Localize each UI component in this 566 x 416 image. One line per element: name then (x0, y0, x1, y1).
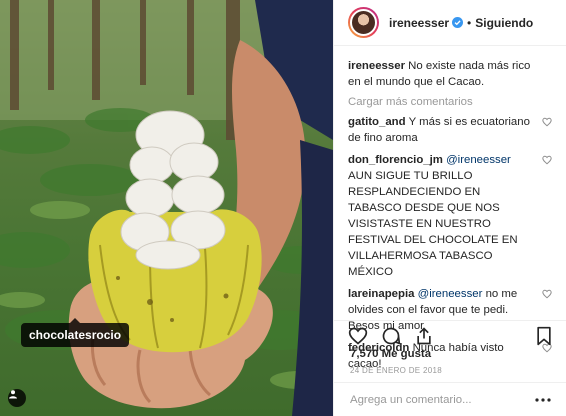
speech-bubble-icon[interactable] (381, 326, 401, 346)
avatar[interactable] (348, 7, 379, 38)
separator-dot: • (467, 15, 472, 30)
heart-outline-icon[interactable] (542, 116, 552, 132)
more-dots-icon[interactable] (535, 397, 551, 402)
comment-input-placeholder[interactable]: Agrega un comentario... (350, 394, 472, 406)
comment-username[interactable]: gatito_and (348, 116, 406, 128)
comment-input[interactable]: Agrega un comentario... (334, 382, 566, 416)
header-username[interactable]: ireneesser (389, 16, 449, 30)
post-date: 24 DE ENERO DE 2018 (350, 366, 442, 375)
comment-item: gatito_and Y más si es ecuatoriano de fi… (348, 114, 552, 146)
likes-count[interactable]: 7,570 Me gusta (350, 348, 431, 360)
bookmark-icon[interactable] (535, 326, 553, 346)
post-sidebar: ireneesser • Siguiendo ireneesser No exi… (333, 0, 566, 416)
comment-mention[interactable]: @ireneesser (418, 288, 483, 300)
comment-username[interactable]: lareinapepia (348, 288, 414, 300)
person-tag-icon[interactable] (8, 389, 26, 407)
comment-item: don_florencio_jm @ireneesser AUN SIGUE T… (348, 152, 552, 280)
post-header: ireneesser • Siguiendo (334, 0, 566, 46)
cacao-pod-image (0, 0, 333, 416)
heart-outline-icon[interactable] (542, 154, 552, 170)
load-more-comments-button[interactable]: Cargar más comentarios (348, 96, 552, 108)
verified-badge-icon (452, 17, 464, 28)
action-bar (334, 320, 566, 350)
comment-mention[interactable]: @ireneesser (446, 154, 511, 166)
share-upload-icon[interactable] (414, 326, 434, 346)
comment-username[interactable]: don_florencio_jm (348, 154, 443, 166)
following-button[interactable]: Siguiendo (475, 16, 533, 30)
comment-text: AUN SIGUE TU BRILLO RESPLANDECIENDO EN T… (348, 170, 518, 278)
heart-outline-icon[interactable] (542, 288, 552, 304)
photo-user-tag[interactable]: chocolatesrocio (21, 318, 130, 347)
post-photo[interactable]: chocolatesrocio (0, 0, 333, 416)
caption: ireneesser No existe nada más rico en el… (348, 58, 552, 90)
heart-outline-icon[interactable] (348, 326, 368, 346)
caption-username[interactable]: ireneesser (348, 60, 405, 72)
